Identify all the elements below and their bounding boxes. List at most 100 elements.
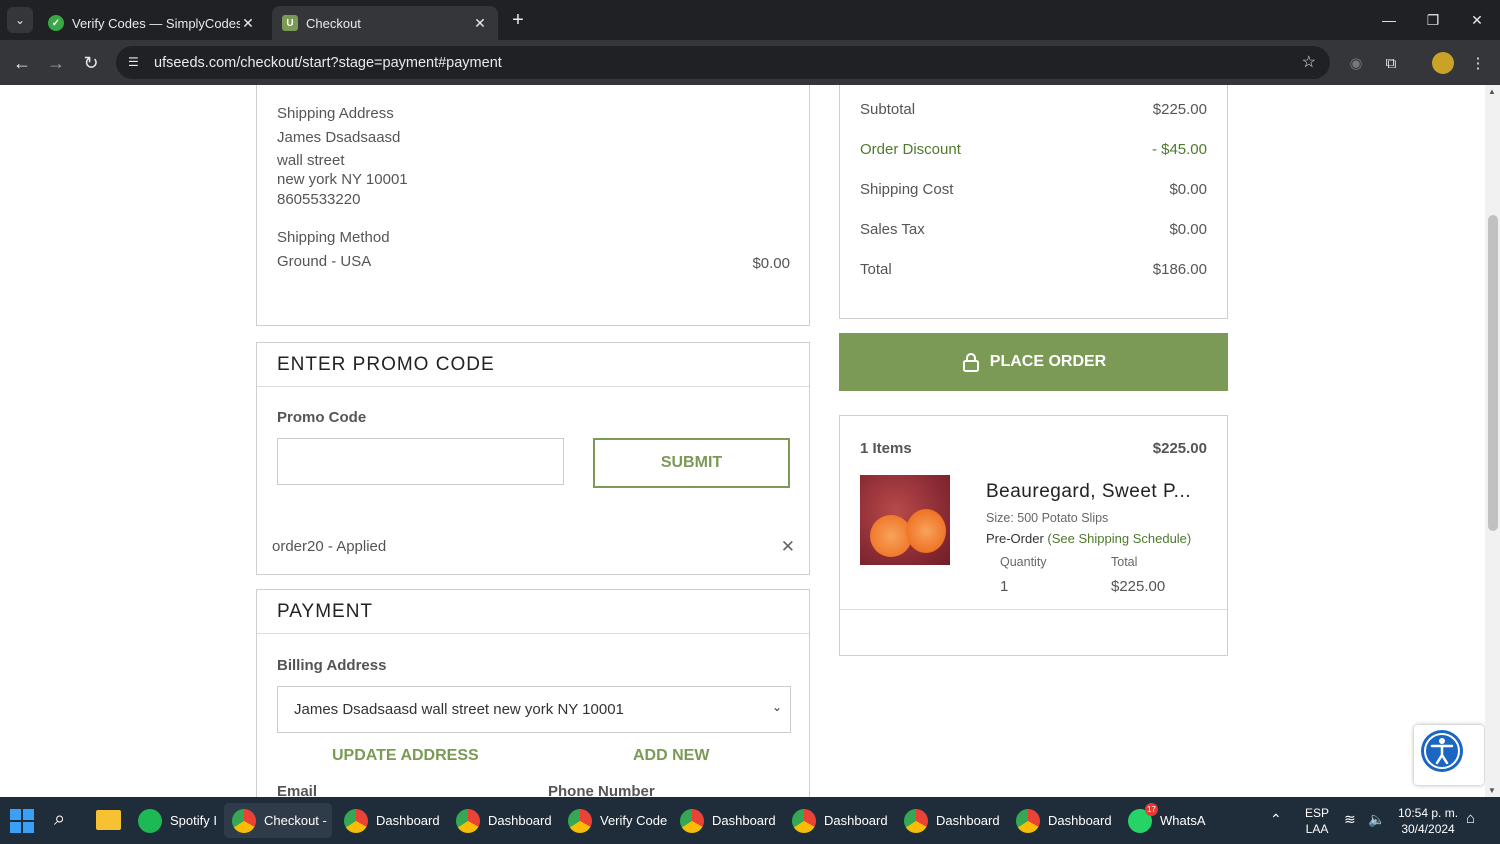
preorder-line: Pre-Order (See Shipping Schedule) [986,531,1191,546]
clock[interactable]: 10:54 p. m. 30/4/2024 [1398,805,1458,837]
taskbar-dashboard-6[interactable]: Dashboard [1016,803,1112,838]
cart-items-card: 1 Items $225.00 Beauregard, Sweet P... S… [839,415,1228,656]
tray-overflow-chevron-icon[interactable]: ⌃ [1270,811,1282,828]
accessibility-icon [1421,730,1463,772]
file-explorer-icon[interactable] [96,810,121,830]
bookmark-star-icon[interactable]: ☆ [1302,52,1316,72]
simplycodes-icon: ✓ [48,15,64,31]
language-indicator[interactable]: ESP LAA [1305,805,1329,837]
accessibility-widget-button[interactable] [1414,725,1484,785]
spotify-icon [138,808,162,833]
chrome-icon [1016,808,1040,833]
taskbar-dashboard-5[interactable]: Dashboard [904,803,1000,838]
whatsapp-icon: 17 [1128,802,1158,833]
ufseeds-icon: U [282,15,298,31]
add-new-address-link[interactable]: ADD NEW [633,747,709,765]
taskbar-verify-code[interactable]: Verify Code [568,803,667,838]
taskbar-item-label: Verify Code [600,813,668,828]
tab-verify-codes[interactable]: ✓ Verify Codes — SimplyCodes ✕ [38,6,266,40]
shipping-schedule-link[interactable]: (See Shipping Schedule) [1047,531,1191,546]
lock-icon [962,353,979,372]
email-label: Email [277,783,318,797]
discount-value: - $45.00 [1151,141,1207,158]
discount-label: Order Discount [860,141,961,158]
tab-bar: ⌄ ✓ Verify Codes — SimplyCodes ✕ U Check… [0,0,1500,40]
shipping-city: new york NY 10001 [277,171,408,188]
promo-code-label: Promo Code [277,409,367,426]
taskbar-item-label: WhatsA [1160,813,1206,828]
volume-icon[interactable]: 🔈 [1368,811,1385,828]
billing-address-label: Billing Address [277,657,387,674]
page-scrollbar[interactable]: ▲ ▼ [1485,85,1500,797]
close-tab-icon[interactable]: ✕ [472,15,488,32]
product-name[interactable]: Beauregard, Sweet P... [986,481,1191,503]
subtotal-value: $225.00 [1152,101,1207,118]
promo-code-card: ENTER PROMO CODE Promo Code SUBMIT order… [256,342,810,575]
clock-date: 30/4/2024 [1401,822,1455,836]
tab-title: Verify Codes — SimplyCodes [72,15,240,31]
shipping-cost-row: Shipping Cost $0.00 [860,181,1207,198]
url-text[interactable]: ufseeds.com/checkout/start?stage=payment… [154,55,502,71]
scroll-up-icon[interactable]: ▲ [1488,87,1496,96]
taskbar-dashboard-1[interactable]: Dashboard [344,803,440,838]
new-tab-button[interactable]: + [506,8,530,32]
notifications-bell-icon[interactable]: ⌂ [1466,810,1475,827]
extension-icon[interactable]: ◉ [1345,52,1367,74]
chrome-icon [232,808,256,833]
subtotal-row: Subtotal $225.00 [860,101,1207,118]
restore-button[interactable]: ❐ [1410,0,1456,40]
update-address-link[interactable]: UPDATE ADDRESS [332,747,479,765]
reload-button[interactable]: ↻ [78,50,104,76]
wifi-icon[interactable]: ≋ [1344,811,1356,828]
line-total-label: Total [1111,555,1138,569]
remove-promo-icon[interactable]: ✕ [781,537,795,557]
submit-promo-button[interactable]: SUBMIT [593,438,790,488]
minimize-button[interactable]: — [1366,0,1412,40]
close-tab-icon[interactable]: ✕ [240,15,256,32]
chrome-icon [344,808,368,833]
taskbar-dashboard-3[interactable]: Dashboard [680,803,776,838]
billing-address-select[interactable]: James Dsadsaasd wall street new york NY … [277,686,791,733]
promo-code-input[interactable] [277,438,564,485]
chrome-icon [568,808,592,833]
place-order-label: PLACE ORDER [989,353,1107,370]
shipping-method-label: Shipping Method [277,229,390,246]
product-size: Size: 500 Potato Slips [986,511,1109,525]
profile-avatar[interactable] [1432,52,1454,74]
site-info-icon[interactable]: ☰ [128,55,144,71]
tab-search-button[interactable]: ⌄ [7,7,33,33]
clock-time: 10:54 p. m. [1398,806,1459,820]
line-total-value: $225.00 [1111,578,1166,595]
shipping-method: Ground - USA [277,253,372,270]
total-value: $186.00 [1152,261,1207,278]
address-bar[interactable]: ☰ ufseeds.com/checkout/start?stage=payme… [116,46,1330,79]
extensions-puzzle-icon[interactable]: ⧉ [1380,52,1402,74]
taskbar-dashboard-2[interactable]: Dashboard [456,803,552,838]
taskbar-checkout[interactable]: Checkout - [224,803,332,838]
scroll-down-icon[interactable]: ▼ [1488,786,1496,795]
chrome-icon [456,808,480,833]
shipping-name: James Dsadsaasd [277,129,401,146]
chrome-icon [904,808,928,833]
product-image[interactable] [860,475,950,565]
total-label: Total [860,261,892,278]
order-summary-card: Subtotal $225.00 Order Discount - $45.00… [839,85,1228,319]
taskbar-whatsapp[interactable]: 17 WhatsA [1128,802,1206,838]
scrollbar-thumb[interactable] [1488,215,1498,531]
taskbar-dashboard-4[interactable]: Dashboard [792,803,888,838]
windows-start-icon[interactable] [10,809,34,833]
sales-tax-label: Sales Tax [860,221,925,238]
quantity-value: 1 [1000,578,1009,595]
menu-kebab-icon[interactable]: ⋮ [1467,52,1489,74]
language-code: ESP [1305,806,1330,820]
place-order-button[interactable]: PLACE ORDER [839,333,1228,391]
forward-button[interactable]: → [43,50,69,76]
taskbar-item-label: Dashboard [1048,813,1112,828]
tab-checkout[interactable]: U Checkout ✕ [272,6,498,40]
phone-number-label: Phone Number [548,783,655,797]
shipping-phone: 8605533220 [277,191,361,208]
search-icon[interactable]: ⌕ [54,808,65,831]
taskbar-spotify[interactable]: Spotify I [138,803,217,838]
back-button[interactable]: ← [9,50,35,76]
close-window-button[interactable]: ✕ [1454,0,1500,40]
